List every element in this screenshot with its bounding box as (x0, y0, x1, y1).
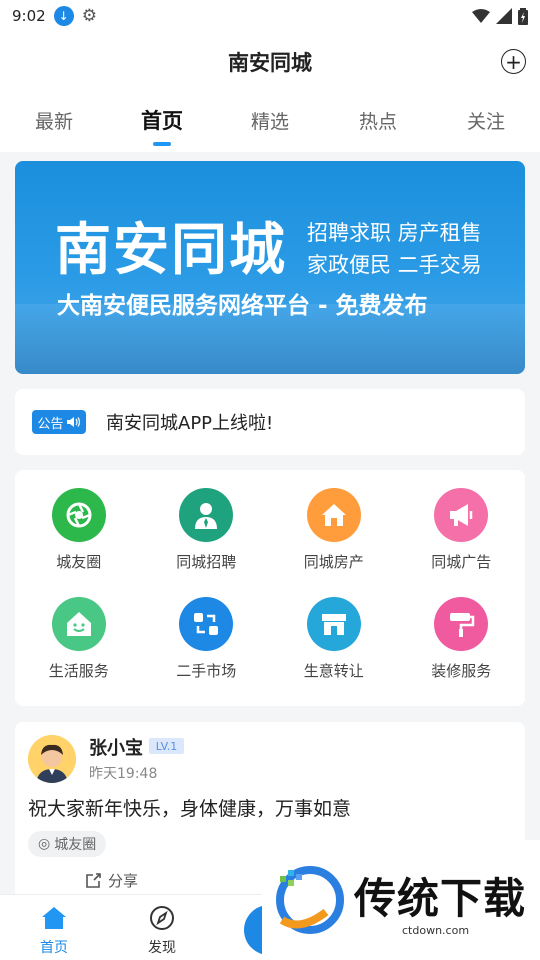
promo-banner[interactable]: 南安同城 招聘求职 房产租售 家政便民 二手交易 大南安便民服务网络平台 - 免… (15, 161, 525, 374)
post-content[interactable]: 祝大家新年快乐，身体健康，万事如意 (28, 794, 351, 821)
add-icon[interactable]: + (501, 49, 526, 74)
service-label: 同城房产 (303, 553, 364, 571)
post-time: 昨天19:48 (89, 766, 158, 782)
service-grid: 城友圈 同城招聘 同城房产 同城广告 生活服务 二手市场 生意转让 装修服务 (15, 470, 525, 706)
tab-featured[interactable]: 精选 (216, 92, 324, 152)
banner-tags-line2: 家政便民 二手交易 (307, 253, 482, 277)
tab-following[interactable]: 关注 (432, 92, 540, 152)
download-icon: ↓ (53, 6, 74, 26)
status-bar: 9:02 ↓ ⚙ (0, 0, 540, 32)
store-icon (306, 597, 361, 651)
post-tag[interactable]: ◎ 城友圈 (28, 831, 107, 857)
service-friends-circle[interactable]: 城友圈 (15, 488, 143, 594)
nav-home-label: 首页 (40, 940, 68, 956)
avatar[interactable] (28, 735, 76, 783)
user-level-badge: LV.1 (149, 738, 184, 754)
status-time: 9:02 (12, 7, 46, 25)
smile-house-icon (51, 597, 106, 651)
tab-hot[interactable]: 热点 (324, 92, 432, 152)
page-title: 南安同城 (228, 51, 312, 75)
megaphone-icon (434, 488, 489, 542)
settings-icon: ⚙ (81, 6, 97, 26)
post-tag-label: 城友圈 (54, 837, 97, 853)
post-username[interactable]: 张小宝 (89, 734, 143, 760)
share-icon (86, 873, 101, 888)
service-label: 同城招聘 (176, 553, 237, 571)
share-button[interactable]: 分享 (85, 870, 138, 891)
watermark-text: 传统下载 (354, 874, 527, 923)
service-label: 城友圈 (56, 553, 102, 571)
target-icon: ◎ (38, 836, 51, 852)
service-label: 二手市场 (176, 662, 237, 680)
notice-text: 南安同城APP上线啦! (106, 413, 274, 434)
top-tabs: 最新 首页 精选 热点 关注 (0, 92, 540, 152)
notice-badge-label: 公告 (37, 416, 64, 432)
watermark-url: ctdown.com (402, 924, 470, 937)
service-renovation[interactable]: 装修服务 (398, 597, 526, 703)
service-label: 同城广告 (431, 553, 492, 571)
compass-icon (150, 906, 174, 930)
tab-home[interactable]: 首页 (108, 92, 216, 152)
speaker-icon (66, 417, 80, 427)
notice-bar[interactable]: 公告 南安同城APP上线啦! (15, 389, 525, 455)
aperture-icon (51, 488, 106, 542)
service-business-transfer[interactable]: 生意转让 (270, 597, 398, 703)
wifi-icon (472, 9, 490, 23)
service-recruitment[interactable]: 同城招聘 (143, 488, 271, 594)
service-label: 生意转让 (303, 662, 364, 680)
site-watermark: 传统下载 ctdown.com (262, 840, 540, 960)
banner-title: 南安同城 (55, 218, 287, 283)
paint-roller-icon (434, 597, 489, 651)
signal-icon (496, 8, 512, 24)
person-tie-icon (179, 488, 234, 542)
service-real-estate[interactable]: 同城房产 (270, 488, 398, 594)
battery-icon (518, 7, 528, 25)
app-bar: 南安同城 + (0, 32, 540, 92)
nav-discover[interactable]: 发现 (122, 905, 202, 957)
exchange-icon (179, 597, 234, 651)
banner-slogan: 大南安便民服务网络平台 - 免费发布 (57, 293, 428, 319)
service-second-hand[interactable]: 二手市场 (143, 597, 271, 703)
banner-tags-line1: 招聘求职 房产租售 (307, 221, 482, 245)
home-icon (42, 907, 66, 929)
nav-home[interactable]: 首页 (14, 905, 94, 957)
service-advertising[interactable]: 同城广告 (398, 488, 526, 594)
nav-discover-label: 发现 (148, 940, 176, 956)
ctdown-logo (276, 866, 344, 934)
service-label: 生活服务 (48, 662, 109, 680)
house-icon (306, 488, 361, 542)
service-label: 装修服务 (431, 662, 492, 680)
notice-badge: 公告 (32, 410, 86, 434)
service-life-services[interactable]: 生活服务 (15, 597, 143, 703)
tab-latest[interactable]: 最新 (0, 92, 108, 152)
share-label: 分享 (108, 872, 139, 890)
